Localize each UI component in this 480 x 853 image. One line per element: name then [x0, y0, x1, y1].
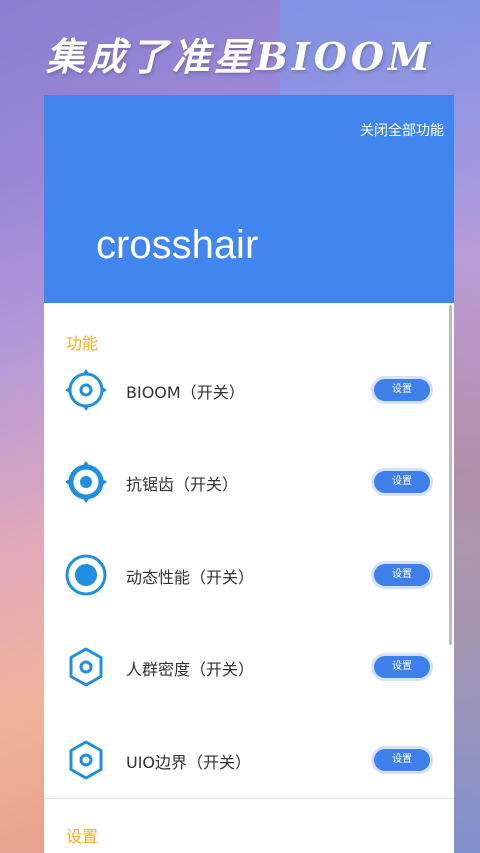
feature-label: 抗锯齿（开关）	[126, 475, 239, 494]
settings-button[interactable]: 设置	[374, 471, 430, 493]
feature-row-dynamic-performance[interactable]: 动态性能（开关） 设置	[44, 545, 454, 605]
app-title: crosshair	[96, 223, 259, 267]
close-all-button[interactable]: 关闭全部功能	[360, 120, 444, 140]
feature-row-crowd-density[interactable]: 人群密度（开关） 设置	[44, 637, 454, 697]
section-settings-label: 设置	[66, 827, 99, 846]
feature-row-bioom[interactable]: BIOOM（开关） 设置	[44, 360, 454, 420]
feature-label: 动态性能（开关）	[126, 568, 255, 587]
crosshair-dot-icon	[64, 460, 108, 504]
record-circle-icon	[64, 553, 108, 597]
feature-row-antialias[interactable]: 抗锯齿（开关） 设置	[44, 452, 454, 512]
promo-headline: 集成了准星BIOOM	[45, 34, 435, 79]
app-screen: 关闭全部功能 crosshair 功能 BIOOM（开关） 设置 抗锯齿（开关）…	[44, 95, 454, 853]
feature-label: UIO边界（开关）	[126, 753, 252, 772]
settings-button[interactable]: 设置	[374, 564, 430, 586]
hexagon-icon	[64, 645, 108, 689]
feature-label: 人群密度（开关）	[126, 660, 255, 679]
settings-button[interactable]: 设置	[374, 749, 430, 771]
hexagon-icon	[64, 738, 108, 782]
crosshair-ring-icon	[64, 368, 108, 412]
settings-button[interactable]: 设置	[374, 656, 430, 678]
app-header: 关闭全部功能 crosshair	[44, 95, 454, 303]
feature-label: BIOOM（开关）	[126, 383, 245, 402]
section-divider	[44, 798, 454, 799]
section-features-label: 功能	[66, 334, 99, 353]
feature-row-uio-boundary[interactable]: UIO边界（开关） 设置	[44, 730, 454, 790]
settings-button[interactable]: 设置	[374, 379, 430, 401]
